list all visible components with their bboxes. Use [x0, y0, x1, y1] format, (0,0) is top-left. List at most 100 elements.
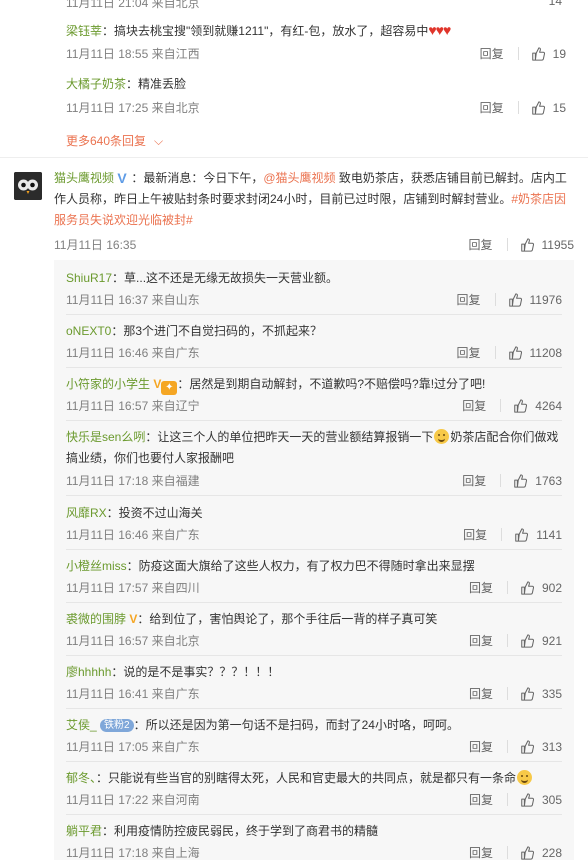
like-icon[interactable] — [520, 581, 534, 595]
reply-button[interactable]: 回复 — [462, 472, 486, 489]
like-count[interactable]: 902 — [542, 581, 562, 595]
like-count[interactable]: 1763 — [535, 474, 562, 488]
reply-username[interactable]: 小橙丝miss — [66, 559, 127, 573]
like-icon[interactable] — [513, 399, 527, 413]
like-count[interactable]: 11208 — [530, 346, 562, 360]
more-replies-label: 更多640条回复 — [66, 134, 147, 148]
reply-text: ：只能说有些当官的别瞎得太死，人民和官吏最大的共同点，就是都只有一条命 — [96, 771, 517, 785]
reply-button[interactable]: 回复 — [469, 632, 493, 649]
reply-item: 梁钰莘：搞块去桃宝搜"领到就赚1211"，有红-包，放水了，超容易中♥♥♥ 11… — [66, 22, 566, 62]
reply-username[interactable]: ShiuR17 — [66, 271, 112, 285]
like-icon[interactable] — [508, 293, 522, 307]
like-icon[interactable] — [520, 793, 534, 807]
reply-actions: 回复 11208 — [457, 344, 563, 361]
like-count[interactable]: 305 — [542, 793, 562, 807]
reply-button[interactable]: 回复 — [469, 236, 493, 253]
comment-text: 作人员称，昨日上午被贴封条时要求封闭24小时，目前已过时限，店铺到时解封营业。 — [54, 192, 512, 206]
reply-text: ：那3个进门不自觉扫码的，不抓起来？ — [111, 324, 323, 338]
like-icon[interactable] — [520, 687, 534, 701]
reply-username[interactable]: 大橘子奶茶 — [66, 77, 126, 91]
like-count[interactable]: 1141 — [536, 528, 562, 542]
divider — [66, 655, 562, 656]
divider — [66, 814, 562, 815]
reply-button[interactable]: 回复 — [480, 45, 504, 62]
reply-button[interactable]: 回复 — [480, 99, 504, 116]
sub-reply-item: 廖hhhhh：说的是不是事实？？？！！！ 11月11日 16:41 来自广东 回… — [66, 662, 562, 709]
reply-username[interactable]: 小符家的小学生 — [66, 377, 150, 391]
like-count[interactable]: 15 — [553, 101, 566, 115]
reply-actions: 回复 4264 — [462, 397, 562, 414]
reply-button[interactable]: 回复 — [469, 738, 493, 755]
reply-username[interactable]: 梁钰莘 — [66, 24, 102, 38]
reply-button[interactable]: 回复 — [469, 791, 493, 808]
like-count[interactable]: 313 — [542, 740, 562, 754]
like-icon[interactable] — [531, 47, 545, 61]
like-count[interactable]: 11976 — [530, 293, 562, 307]
smile-emoji-icon — [517, 770, 533, 785]
like-count[interactable]: 335 — [542, 687, 562, 701]
reply-text: ：搞块去桃宝搜"领到就赚1211"，有红-包，放水了，超容易中 — [102, 24, 429, 38]
reply-meta: 11月11日 18:55 来自江西 — [66, 47, 200, 61]
reply-button[interactable]: 回复 — [457, 344, 481, 361]
comment-body: 猫头鹰视频 V ：最新消息：今日下午，@猫头鹰视频 致电奶茶店，获悉店铺目前已解封… — [54, 168, 574, 231]
divider — [66, 549, 562, 550]
reply-button[interactable]: 回复 — [469, 685, 493, 702]
reply-actions: 回复 902 — [469, 579, 562, 596]
divider — [66, 314, 562, 315]
reply-username[interactable]: 廖hhhhh — [66, 665, 111, 679]
reply-username[interactable]: 风靡RX — [66, 506, 107, 520]
fan-badge: 铁粉2 — [100, 719, 134, 732]
like-count[interactable]: 228 — [542, 846, 562, 860]
reply-button[interactable]: 回复 — [469, 579, 493, 596]
like-icon[interactable] — [514, 528, 528, 542]
divider — [500, 399, 502, 412]
like-count[interactable]: 921 — [542, 634, 562, 648]
sub-reply-item: 风靡RX：投资不过山海关 11月11日 16:46 来自广东 回复 1141 — [66, 503, 562, 550]
reply-username[interactable]: 躺平君 — [66, 824, 102, 838]
like-icon[interactable] — [513, 474, 527, 488]
topic-link[interactable]: #奶茶店因 — [511, 192, 566, 206]
reply-actions: 回复 1141 — [463, 526, 562, 543]
divider — [66, 761, 562, 762]
reply-button[interactable]: 回复 — [457, 291, 481, 308]
comment-username[interactable]: 猫头鹰视频 — [54, 171, 114, 185]
avatar[interactable] — [14, 172, 42, 200]
like-count[interactable]: 4264 — [535, 399, 562, 413]
reply-button[interactable]: 回复 — [469, 844, 493, 861]
topic-link[interactable]: 服务员失说欢迎光临被封# — [54, 213, 193, 227]
reply-button[interactable]: 回复 — [463, 526, 487, 543]
reply-username[interactable]: 艾侯_ — [66, 718, 97, 732]
reply-actions: 回复 305 — [469, 791, 562, 808]
smile-emoji-icon — [434, 429, 450, 444]
divider — [506, 238, 508, 251]
like-icon[interactable] — [531, 101, 545, 115]
like-count[interactable]: 14 — [549, 0, 562, 8]
reply-text: ：所以还是因为第一句话不是扫码，而封了24小时咯，呵呵。 — [133, 718, 459, 732]
reply-username[interactable]: 裘微的围脖 — [66, 612, 126, 626]
like-count[interactable]: 19 — [553, 47, 566, 61]
vip-icon: V — [153, 377, 162, 391]
sub-reply-item: ShiuR17：草...这不还是无缘无故损失一天营业额。 11月11日 16:3… — [66, 268, 562, 315]
comment-text: ：最新消息：今日下午， — [131, 171, 264, 185]
sub-reply-item: 快乐是sen么咧：让这三个人的单位把昨天一天的营业额结算报销一下 奶茶店配合你们做… — [66, 427, 562, 496]
reply-username[interactable]: oNEXT0 — [66, 324, 111, 338]
like-icon[interactable] — [520, 238, 534, 252]
like-icon[interactable] — [520, 740, 534, 754]
like-icon[interactable] — [520, 846, 534, 860]
divider — [517, 101, 519, 114]
reply-text: ：草...这不还是无缘无故损失一天营业额。 — [112, 271, 339, 285]
mention-link[interactable]: @猫头鹰视频 — [263, 171, 335, 185]
reply-username[interactable]: 郁冬、 — [66, 771, 96, 785]
reply-button[interactable]: 回复 — [462, 397, 486, 414]
fire-badge-icon: ✦ — [161, 381, 178, 395]
more-replies-link[interactable]: 更多640条回复 ⌵ — [66, 132, 163, 149]
reply-text: ：说的是不是事实？？？！！！ — [111, 665, 280, 679]
like-count[interactable]: 11955 — [542, 238, 574, 252]
chevron-down-icon: ⌵ — [154, 134, 164, 148]
divider — [506, 793, 508, 806]
reply-username[interactable]: 快乐是sen么咧 — [66, 430, 145, 444]
like-icon[interactable] — [508, 346, 522, 360]
reply-actions: 回复 15 — [480, 99, 566, 116]
sub-replies-panel: ShiuR17：草...这不还是无缘无故损失一天营业额。 11月11日 16:3… — [54, 260, 574, 860]
like-icon[interactable] — [520, 634, 534, 648]
